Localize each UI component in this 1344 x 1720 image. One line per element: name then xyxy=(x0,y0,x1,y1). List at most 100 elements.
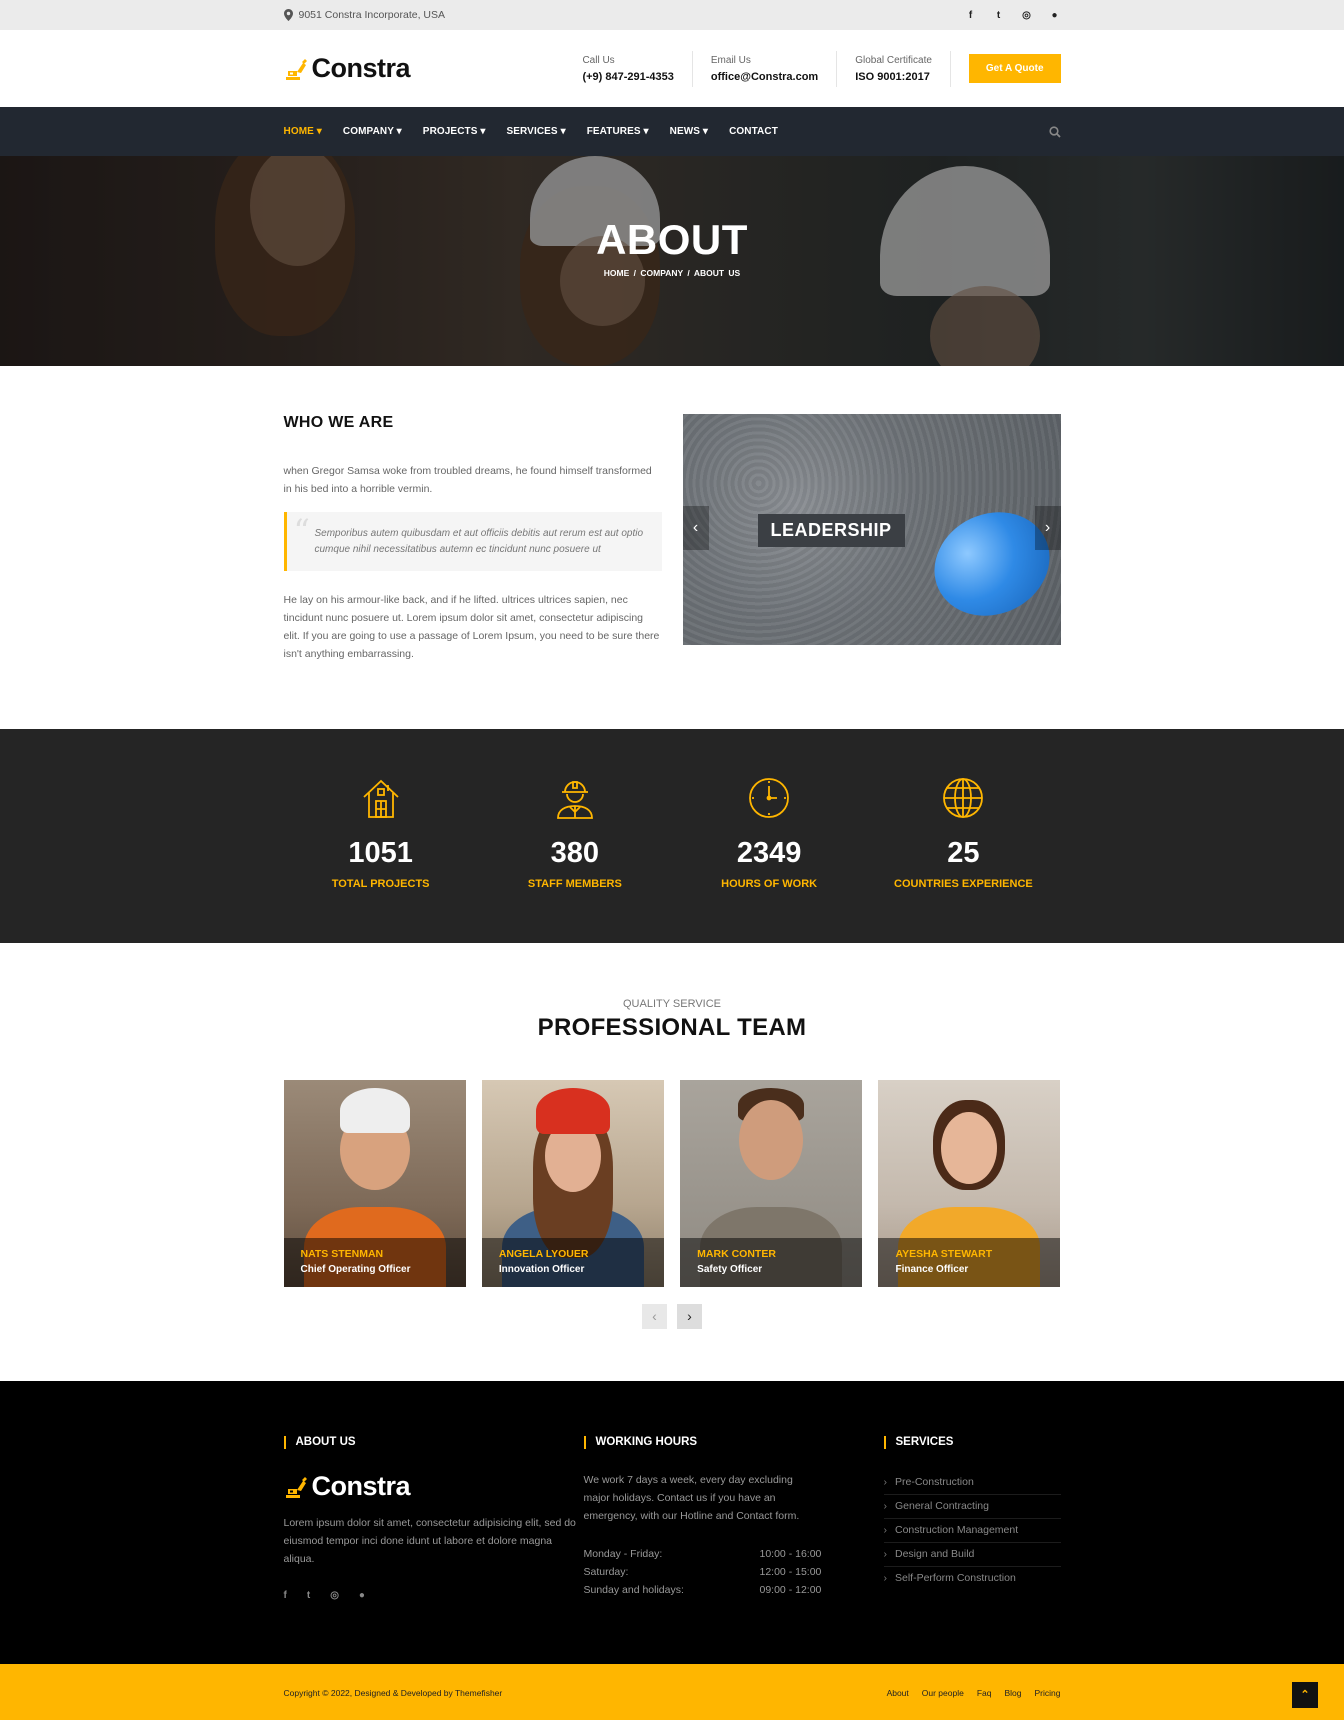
instagram-icon[interactable]: ◎ xyxy=(330,1590,339,1601)
twitter-icon[interactable]: t xyxy=(307,1590,310,1601)
worker-icon xyxy=(556,781,593,819)
address: 9051 Constra Incorporate, USA xyxy=(283,9,446,21)
search-icon[interactable] xyxy=(1048,125,1061,138)
nav-contact[interactable]: CONTACT xyxy=(729,126,778,137)
stat-label: TOTAL PROJECTS xyxy=(331,878,430,890)
stat-projects: 1051 TOTAL PROJECTS xyxy=(284,777,478,890)
nav-home[interactable]: HOME ▾ xyxy=(284,126,322,137)
address-text: 9051 Constra Incorporate, USA xyxy=(298,9,446,21)
chevron-right-icon: › xyxy=(883,1476,888,1488)
logo-text: Constra xyxy=(311,1471,411,1501)
back-to-top-icon[interactable]: ⌃ xyxy=(1292,1682,1318,1708)
slider-caption: LEADERSHIP xyxy=(757,514,905,547)
info-value: office@Constra.com xyxy=(710,70,819,83)
github-icon[interactable]: ● xyxy=(1049,10,1061,21)
chevron-right-icon: › xyxy=(883,1572,888,1584)
footer-link-blog[interactable]: Blog xyxy=(1005,1688,1022,1698)
stat-label: COUNTRIES EXPERIENCE xyxy=(894,878,1033,890)
footer-link-faq[interactable]: Faq xyxy=(977,1688,992,1698)
stat-value: 2349 xyxy=(736,837,802,869)
nav-features[interactable]: FEATURES ▾ xyxy=(587,126,649,137)
house-icon xyxy=(363,779,399,818)
info-label: Call Us xyxy=(582,54,615,66)
nav-news[interactable]: NEWS ▾ xyxy=(670,126,708,137)
stat-value: 1051 xyxy=(348,837,413,869)
member-role: Chief Operating Officer xyxy=(300,1264,411,1275)
footer-heading: WORKING HOURS xyxy=(583,1436,884,1449)
stat-value: 25 xyxy=(947,837,980,869)
intro-text: when Gregor Samsa woke from troubled dre… xyxy=(283,465,652,495)
info-label: Global Certificate xyxy=(855,54,932,66)
facebook-icon[interactable]: f xyxy=(284,1590,287,1601)
hours-text: We work 7 days a week, every day excludi… xyxy=(583,1474,800,1522)
header: Constra Call Us (+9) 847-291-4353 Email … xyxy=(0,30,1344,107)
page-title: ABOUT xyxy=(596,216,748,263)
member-role: Finance Officer xyxy=(895,1264,969,1275)
excavator-icon xyxy=(285,58,307,80)
footer-link-pricing[interactable]: Pricing xyxy=(1035,1688,1061,1698)
hours-day: Saturday: xyxy=(583,1566,629,1578)
slider-next-icon[interactable]: › xyxy=(1034,506,1061,550)
hours-time: 10:00 - 16:00 xyxy=(759,1548,822,1560)
facebook-icon[interactable]: f xyxy=(965,10,977,21)
stat-label: HOURS OF WORK xyxy=(721,878,818,890)
footer-heading: ABOUT US xyxy=(283,1436,584,1449)
who-we-are-section: WHO WE ARE when Gregor Samsa woke from t… xyxy=(0,366,1344,729)
service-link[interactable]: › Design and Build xyxy=(883,1543,1061,1567)
map-pin-icon xyxy=(283,9,293,21)
slider-prev-icon[interactable]: ‹ xyxy=(682,506,709,550)
stats-section: 1051 TOTAL PROJECTS 380 STAFF MEMBERS 23… xyxy=(0,729,1344,943)
hours-table: Monday - Friday: 10:00 - 16:00 Saturday: 1… xyxy=(584,1545,884,1599)
stat-value: 380 xyxy=(550,837,600,869)
member-name: AYESHA STEWART xyxy=(895,1248,993,1260)
member-name: ANGELA LYOUER xyxy=(498,1248,589,1260)
nav-services[interactable]: SERVICES ▾ xyxy=(507,126,566,137)
copyright-text: Copyright © 2022, Designed & Developed b… xyxy=(283,1688,503,1698)
member-name: MARK CONTER xyxy=(697,1248,776,1260)
copyright-bar: Copyright © 2022, Designed & Developed b… xyxy=(0,1664,1344,1720)
member-role: Safety Officer xyxy=(697,1264,763,1275)
top-social: f t ◎ ● xyxy=(965,10,1061,21)
footer-link-people[interactable]: Our people xyxy=(922,1688,964,1698)
team-card[interactable]: ANGELA LYOUER Innovation Officer xyxy=(481,1080,664,1287)
footer-about-text: Lorem ipsum dolor sit amet, consectetur … xyxy=(283,1517,576,1565)
info-value: (+9) 847-291-4353 xyxy=(582,70,674,83)
nav-projects[interactable]: PROJECTS ▾ xyxy=(423,126,486,137)
team-prev-button[interactable]: ‹ xyxy=(642,1304,667,1329)
service-link[interactable]: › Pre-Construction xyxy=(883,1471,1061,1495)
service-link[interactable]: › General Contracting xyxy=(883,1495,1061,1519)
footer-logo[interactable]: Constra xyxy=(284,1471,584,1502)
section-title: PROFESSIONAL TEAM xyxy=(537,1014,807,1041)
get-quote-button[interactable]: Get A Quote xyxy=(968,54,1061,83)
logo[interactable]: Constra xyxy=(284,53,411,84)
chevron-right-icon: › xyxy=(883,1548,888,1560)
info-email: Email Us office@Constra.com xyxy=(693,50,838,87)
quote-icon: “ xyxy=(293,512,310,550)
main-nav: HOME ▾ COMPANY ▾ PROJECTS ▾ SERVICES ▾ F… xyxy=(0,107,1344,156)
stat-label: STAFF MEMBERS xyxy=(527,878,622,890)
service-link[interactable]: › Self-Perform Construction xyxy=(884,1567,1061,1590)
hours-time: 12:00 - 15:00 xyxy=(759,1566,822,1578)
nav-company[interactable]: COMPANY ▾ xyxy=(343,126,402,137)
image-slider[interactable]: LEADERSHIP ‹ › xyxy=(682,414,1061,645)
stat-staff: 380 STAFF MEMBERS xyxy=(478,777,672,890)
blockquote: “ Semporibus autem quibusdam et aut offi… xyxy=(283,512,662,571)
info-certificate: Global Certificate ISO 9001:2017 xyxy=(837,50,951,87)
section-heading: WHO WE ARE xyxy=(283,414,394,431)
hours-day: Monday - Friday: xyxy=(583,1548,663,1560)
footer-link-about[interactable]: About xyxy=(887,1688,909,1698)
team-next-button[interactable]: › xyxy=(677,1304,702,1329)
twitter-icon[interactable]: t xyxy=(993,10,1005,21)
instagram-icon[interactable]: ◎ xyxy=(1021,10,1033,21)
member-name: NATS STENMAN xyxy=(300,1248,384,1260)
chevron-right-icon: › xyxy=(883,1500,888,1512)
info-label: Email Us xyxy=(710,54,751,66)
quote-text: Semporibus autem quibusdam et aut offici… xyxy=(314,528,644,555)
team-card[interactable]: NATS STENMAN Chief Operating Officer xyxy=(283,1080,466,1287)
service-link[interactable]: › Construction Management xyxy=(883,1519,1061,1543)
breadcrumb: HOME / COMPANY / ABOUT US xyxy=(603,268,741,278)
member-role: Innovation Officer xyxy=(498,1264,585,1275)
team-card[interactable]: AYESHA STEWART Finance Officer xyxy=(878,1080,1061,1287)
team-card[interactable]: MARK CONTER Safety Officer xyxy=(680,1080,863,1287)
github-icon[interactable]: ● xyxy=(359,1590,365,1601)
